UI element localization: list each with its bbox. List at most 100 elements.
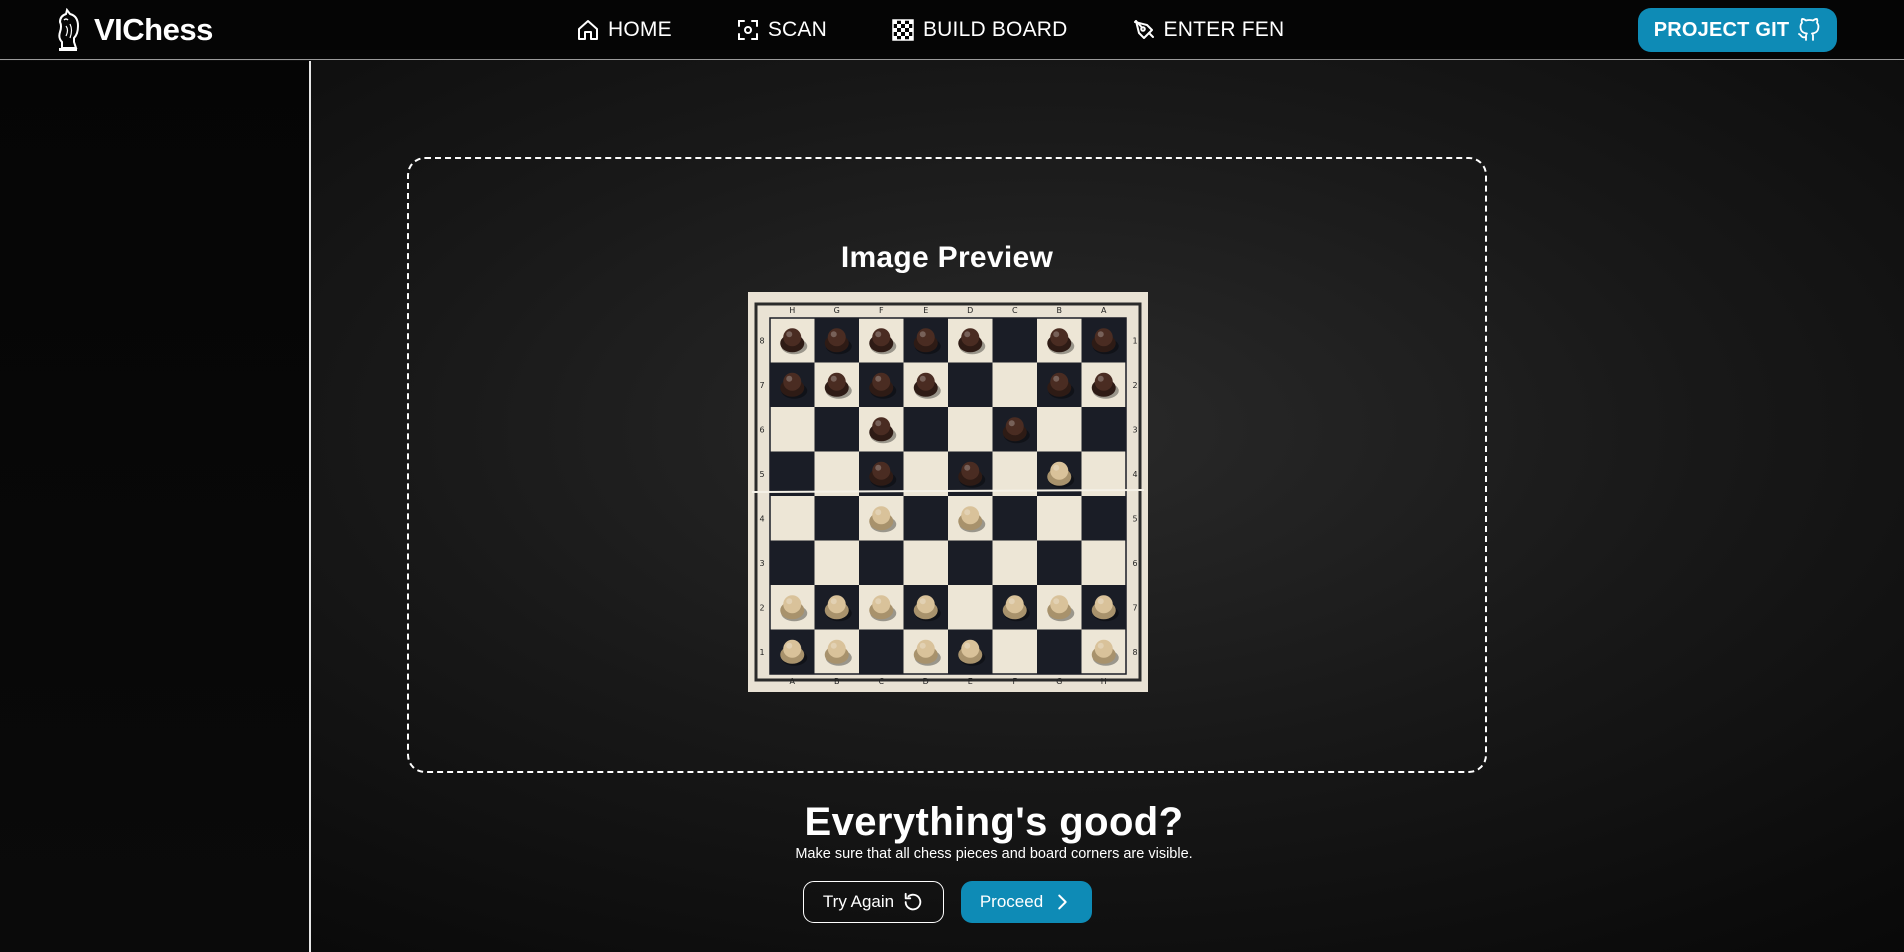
project-git-button[interactable]: PROJECT GIT (1638, 8, 1837, 52)
light-piece-highlight (964, 642, 971, 649)
light-piece-body (961, 639, 980, 658)
brand-name: VIChess (94, 12, 213, 47)
rank-label-left: 4 (759, 514, 764, 523)
board-square (770, 451, 815, 496)
file-label-bottom: C (878, 677, 884, 686)
board-square (859, 629, 904, 674)
image-preview-title: Image Preview (840, 241, 1054, 274)
dark-piece-highlight (830, 331, 837, 338)
light-piece-highlight (875, 598, 882, 605)
dark-piece-body (827, 372, 846, 391)
dark-piece-highlight (1053, 375, 1060, 382)
dark-piece-body (783, 372, 802, 391)
board-square (814, 451, 859, 496)
dark-piece-body (827, 328, 846, 347)
rank-label-right: 1 (1132, 336, 1137, 345)
dark-piece-highlight (1008, 420, 1015, 427)
board-square (770, 540, 815, 585)
light-piece-highlight (786, 598, 793, 605)
light-piece-highlight (919, 598, 926, 605)
checkerboard-icon (892, 19, 914, 41)
github-icon (1798, 18, 1820, 41)
brand-logo[interactable]: VIChess (54, 8, 213, 52)
dark-piece-body (1094, 372, 1113, 391)
dark-piece-body (1050, 328, 1069, 347)
light-piece-body (916, 639, 935, 658)
board-square (1037, 407, 1082, 452)
home-icon (578, 20, 598, 40)
nav-label-enter-fen: ENTER FEN (1163, 18, 1285, 41)
dark-piece-highlight (875, 464, 882, 471)
board-square (992, 496, 1037, 541)
rank-label-left: 6 (759, 425, 764, 434)
rank-label-right: 7 (1132, 603, 1137, 612)
dark-piece-highlight (1053, 331, 1060, 338)
board-square (948, 407, 993, 452)
light-piece-highlight (1097, 642, 1104, 649)
light-piece-body (916, 595, 935, 614)
file-label-top: D (967, 306, 973, 315)
board-square (814, 540, 859, 585)
dark-piece-highlight (786, 331, 793, 338)
board-square (814, 496, 859, 541)
file-label-bottom: E (968, 677, 973, 686)
knight-icon (58, 8, 80, 51)
nav-item-build-board[interactable]: BUILD BOARD (891, 18, 1068, 42)
file-label-top: C (1012, 306, 1018, 315)
rank-label-left: 3 (759, 559, 764, 568)
dark-piece-highlight (875, 331, 882, 338)
light-piece-body (1094, 595, 1113, 614)
board-square (948, 362, 993, 407)
rank-label-right: 4 (1132, 470, 1137, 479)
light-piece-highlight (1053, 598, 1060, 605)
nav-label-build-board: BUILD BOARD (922, 18, 1068, 41)
nav-item-home[interactable]: HOME (576, 18, 672, 42)
light-piece-highlight (1008, 598, 1015, 605)
board-square (948, 585, 993, 630)
board-square (992, 540, 1037, 585)
light-piece-body (783, 639, 802, 658)
file-label-bottom: G (1056, 677, 1062, 686)
light-piece-highlight (919, 642, 926, 649)
file-label-top: B (1057, 306, 1063, 315)
board-square (814, 407, 859, 452)
board-square (770, 407, 815, 452)
dark-piece-highlight (919, 331, 926, 338)
light-piece-body (1050, 461, 1069, 480)
light-piece-body (872, 506, 891, 525)
refresh-icon (904, 892, 922, 911)
file-label-bottom: H (1101, 677, 1107, 686)
light-piece-highlight (830, 598, 837, 605)
file-label-bottom: D (923, 677, 929, 686)
dark-piece-body (1005, 417, 1024, 436)
nav-item-enter-fen[interactable]: ENTER FEN (1132, 18, 1285, 42)
image-preview-panel: Image Preview A A B B C C D D E E F F G G H H 8 8 7 7 6 6 5 5 4 4… (407, 157, 1487, 773)
rank-label-left: 5 (759, 470, 764, 479)
nav-item-scan[interactable]: SCAN (736, 18, 827, 42)
board-square (903, 496, 948, 541)
board-square (992, 451, 1037, 496)
dark-piece-highlight (964, 331, 971, 338)
rank-label-left: 2 (759, 603, 764, 612)
light-piece-highlight (830, 642, 837, 649)
dark-piece-highlight (964, 464, 971, 471)
rank-label-left: 1 (759, 648, 764, 657)
try-again-label: Try Again (822, 892, 895, 911)
dark-piece-highlight (830, 375, 837, 382)
proceed-button[interactable]: Proceed (961, 881, 1092, 923)
board-square (948, 540, 993, 585)
dark-piece-highlight (1097, 331, 1104, 338)
light-piece-highlight (1053, 464, 1060, 471)
chessboard-image: A A B B C C D D E E F F G G H H 8 8 7 7 6 6 5 5 4 4 3 3 2 2 1 1 (748, 292, 1148, 692)
rank-label-right: 3 (1132, 425, 1137, 434)
confirmation-hint: Make sure that all chess pieces and boar… (795, 846, 1193, 862)
try-again-button[interactable]: Try Again (803, 881, 944, 923)
light-piece-highlight (964, 509, 971, 516)
board-square (770, 496, 815, 541)
board-square (903, 540, 948, 585)
confirmation-heading: Everything's good? (804, 800, 1184, 844)
rank-label-right: 8 (1132, 648, 1137, 657)
dark-piece-highlight (919, 375, 926, 382)
chevron-right-icon (1058, 894, 1067, 910)
dark-piece-body (916, 372, 935, 391)
